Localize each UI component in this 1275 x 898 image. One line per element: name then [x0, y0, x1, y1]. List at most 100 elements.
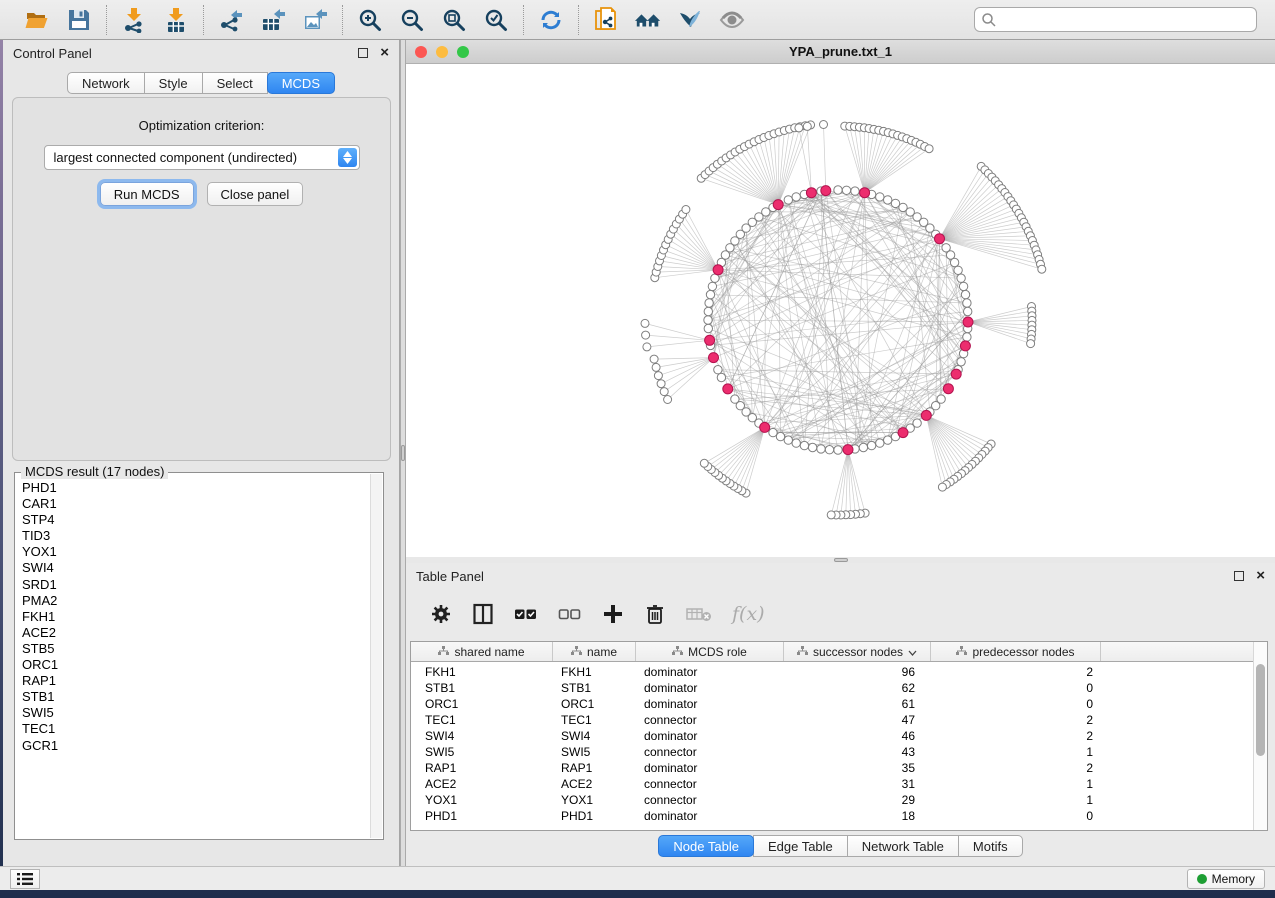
network-edge[interactable]: [671, 234, 718, 270]
network-edge[interactable]: [940, 177, 992, 239]
network-edge[interactable]: [715, 427, 765, 472]
export-network-icon[interactable]: [217, 6, 245, 34]
column-header-name[interactable]: name: [553, 642, 636, 661]
export-table-icon[interactable]: [259, 6, 287, 34]
columns-icon[interactable]: [472, 603, 494, 625]
network-node[interactable]: [867, 441, 875, 449]
mcds-result-item[interactable]: ORC1: [22, 657, 370, 673]
network-edge[interactable]: [722, 427, 764, 478]
network-hub-node[interactable]: [860, 188, 870, 198]
network-node[interactable]: [884, 196, 892, 204]
import-network-icon[interactable]: [120, 6, 148, 34]
export-image-icon[interactable]: [301, 6, 329, 34]
settings-gear-icon[interactable]: [430, 603, 452, 625]
mcds-result-item[interactable]: GCR1: [22, 738, 370, 754]
zoom-out-icon[interactable]: [398, 6, 426, 34]
mcds-result-item[interactable]: PHD1: [22, 480, 370, 496]
float-panel-icon[interactable]: [1234, 571, 1244, 581]
show-panels-button[interactable]: [10, 869, 40, 889]
network-edge[interactable]: [726, 427, 765, 481]
mcds-result-list[interactable]: PHD1CAR1STP4TID3YOX1SWI4SRD1PMA2FKH1ACE2…: [15, 476, 370, 838]
network-edge[interactable]: [705, 175, 778, 205]
network-edge[interactable]: [850, 126, 865, 192]
network-hub-node[interactable]: [960, 341, 970, 351]
network-edge[interactable]: [713, 168, 778, 205]
network-node[interactable]: [961, 290, 969, 298]
network-node[interactable]: [851, 187, 859, 195]
network-node[interactable]: [876, 193, 884, 201]
table-row[interactable]: ACE2ACE2connector311: [411, 777, 1253, 793]
mcds-list-scrollbar[interactable]: [370, 474, 382, 838]
deselect-all-icon[interactable]: [558, 603, 582, 625]
network-leaf-node[interactable]: [682, 206, 690, 214]
run-mcds-button[interactable]: Run MCDS: [100, 182, 194, 206]
network-hub-node[interactable]: [943, 384, 953, 394]
network-edge[interactable]: [664, 358, 713, 392]
network-node[interactable]: [834, 446, 842, 454]
scrollbar-thumb[interactable]: [1256, 664, 1265, 756]
mcds-result-item[interactable]: SWI5: [22, 705, 370, 721]
network-hub-node[interactable]: [705, 335, 715, 345]
eye-icon[interactable]: [718, 6, 746, 34]
network-node[interactable]: [769, 428, 777, 436]
network-leaf-node[interactable]: [654, 372, 662, 380]
network-node[interactable]: [784, 196, 792, 204]
mcds-result-item[interactable]: FKH1: [22, 609, 370, 625]
close-panel-icon[interactable]: ×: [1256, 571, 1265, 581]
network-edge[interactable]: [926, 415, 975, 461]
network-hub-node[interactable]: [709, 353, 719, 363]
network-node[interactable]: [957, 274, 965, 282]
criterion-dropdown[interactable]: largest connected component (undirected): [44, 145, 360, 170]
network-node[interactable]: [714, 366, 722, 374]
mcds-result-item[interactable]: TID3: [22, 528, 370, 544]
network-node[interactable]: [842, 186, 850, 194]
network-hub-node[interactable]: [935, 234, 945, 244]
network-node[interactable]: [704, 307, 712, 315]
network-node[interactable]: [963, 299, 971, 307]
network-node[interactable]: [706, 290, 714, 298]
search-input[interactable]: [974, 7, 1257, 32]
network-hub-node[interactable]: [951, 369, 961, 379]
mcds-result-item[interactable]: PMA2: [22, 593, 370, 609]
tab-node-table[interactable]: Node Table: [658, 835, 754, 857]
table-scrollbar[interactable]: [1253, 642, 1267, 830]
mcds-result-item[interactable]: RAP1: [22, 673, 370, 689]
network-hub-node[interactable]: [821, 186, 831, 196]
network-leaf-node[interactable]: [938, 483, 946, 491]
network-edge[interactable]: [778, 128, 795, 205]
network-node[interactable]: [731, 395, 739, 403]
tab-mcds[interactable]: MCDS: [267, 72, 335, 94]
network-edge[interactable]: [717, 164, 778, 204]
network-hub-node[interactable]: [843, 445, 853, 455]
network-leaf-node[interactable]: [827, 511, 835, 519]
network-node[interactable]: [705, 299, 713, 307]
column-header-shared-name[interactable]: shared name: [411, 642, 553, 661]
zoom-in-icon[interactable]: [356, 6, 384, 34]
network-node[interactable]: [963, 333, 971, 341]
tab-select[interactable]: Select: [202, 72, 268, 94]
network-node[interactable]: [792, 193, 800, 201]
network-node[interactable]: [825, 446, 833, 454]
splitter-grip[interactable]: [834, 558, 848, 562]
delete-column-icon[interactable]: [644, 603, 666, 625]
network-edge[interactable]: [926, 415, 968, 467]
network-edge[interactable]: [701, 178, 778, 204]
table-row[interactable]: SWI4SWI4dominator462: [411, 729, 1253, 745]
network-edge[interactable]: [865, 135, 898, 192]
network-edge[interactable]: [668, 358, 714, 400]
network-node[interactable]: [959, 282, 967, 290]
network-edge[interactable]: [778, 129, 789, 205]
network-edge[interactable]: [726, 158, 778, 205]
network-hub-node[interactable]: [806, 188, 816, 198]
network-leaf-node[interactable]: [820, 121, 828, 129]
network-edge[interactable]: [745, 147, 779, 205]
tab-network[interactable]: Network: [67, 72, 145, 94]
mcds-result-item[interactable]: STB1: [22, 689, 370, 705]
network-node[interactable]: [859, 443, 867, 451]
network-leaf-node[interactable]: [700, 459, 708, 467]
network-edge[interactable]: [711, 427, 764, 469]
network-hub-node[interactable]: [921, 410, 931, 420]
network-edge[interactable]: [831, 450, 848, 515]
network-node[interactable]: [792, 439, 800, 447]
network-node[interactable]: [808, 443, 816, 451]
